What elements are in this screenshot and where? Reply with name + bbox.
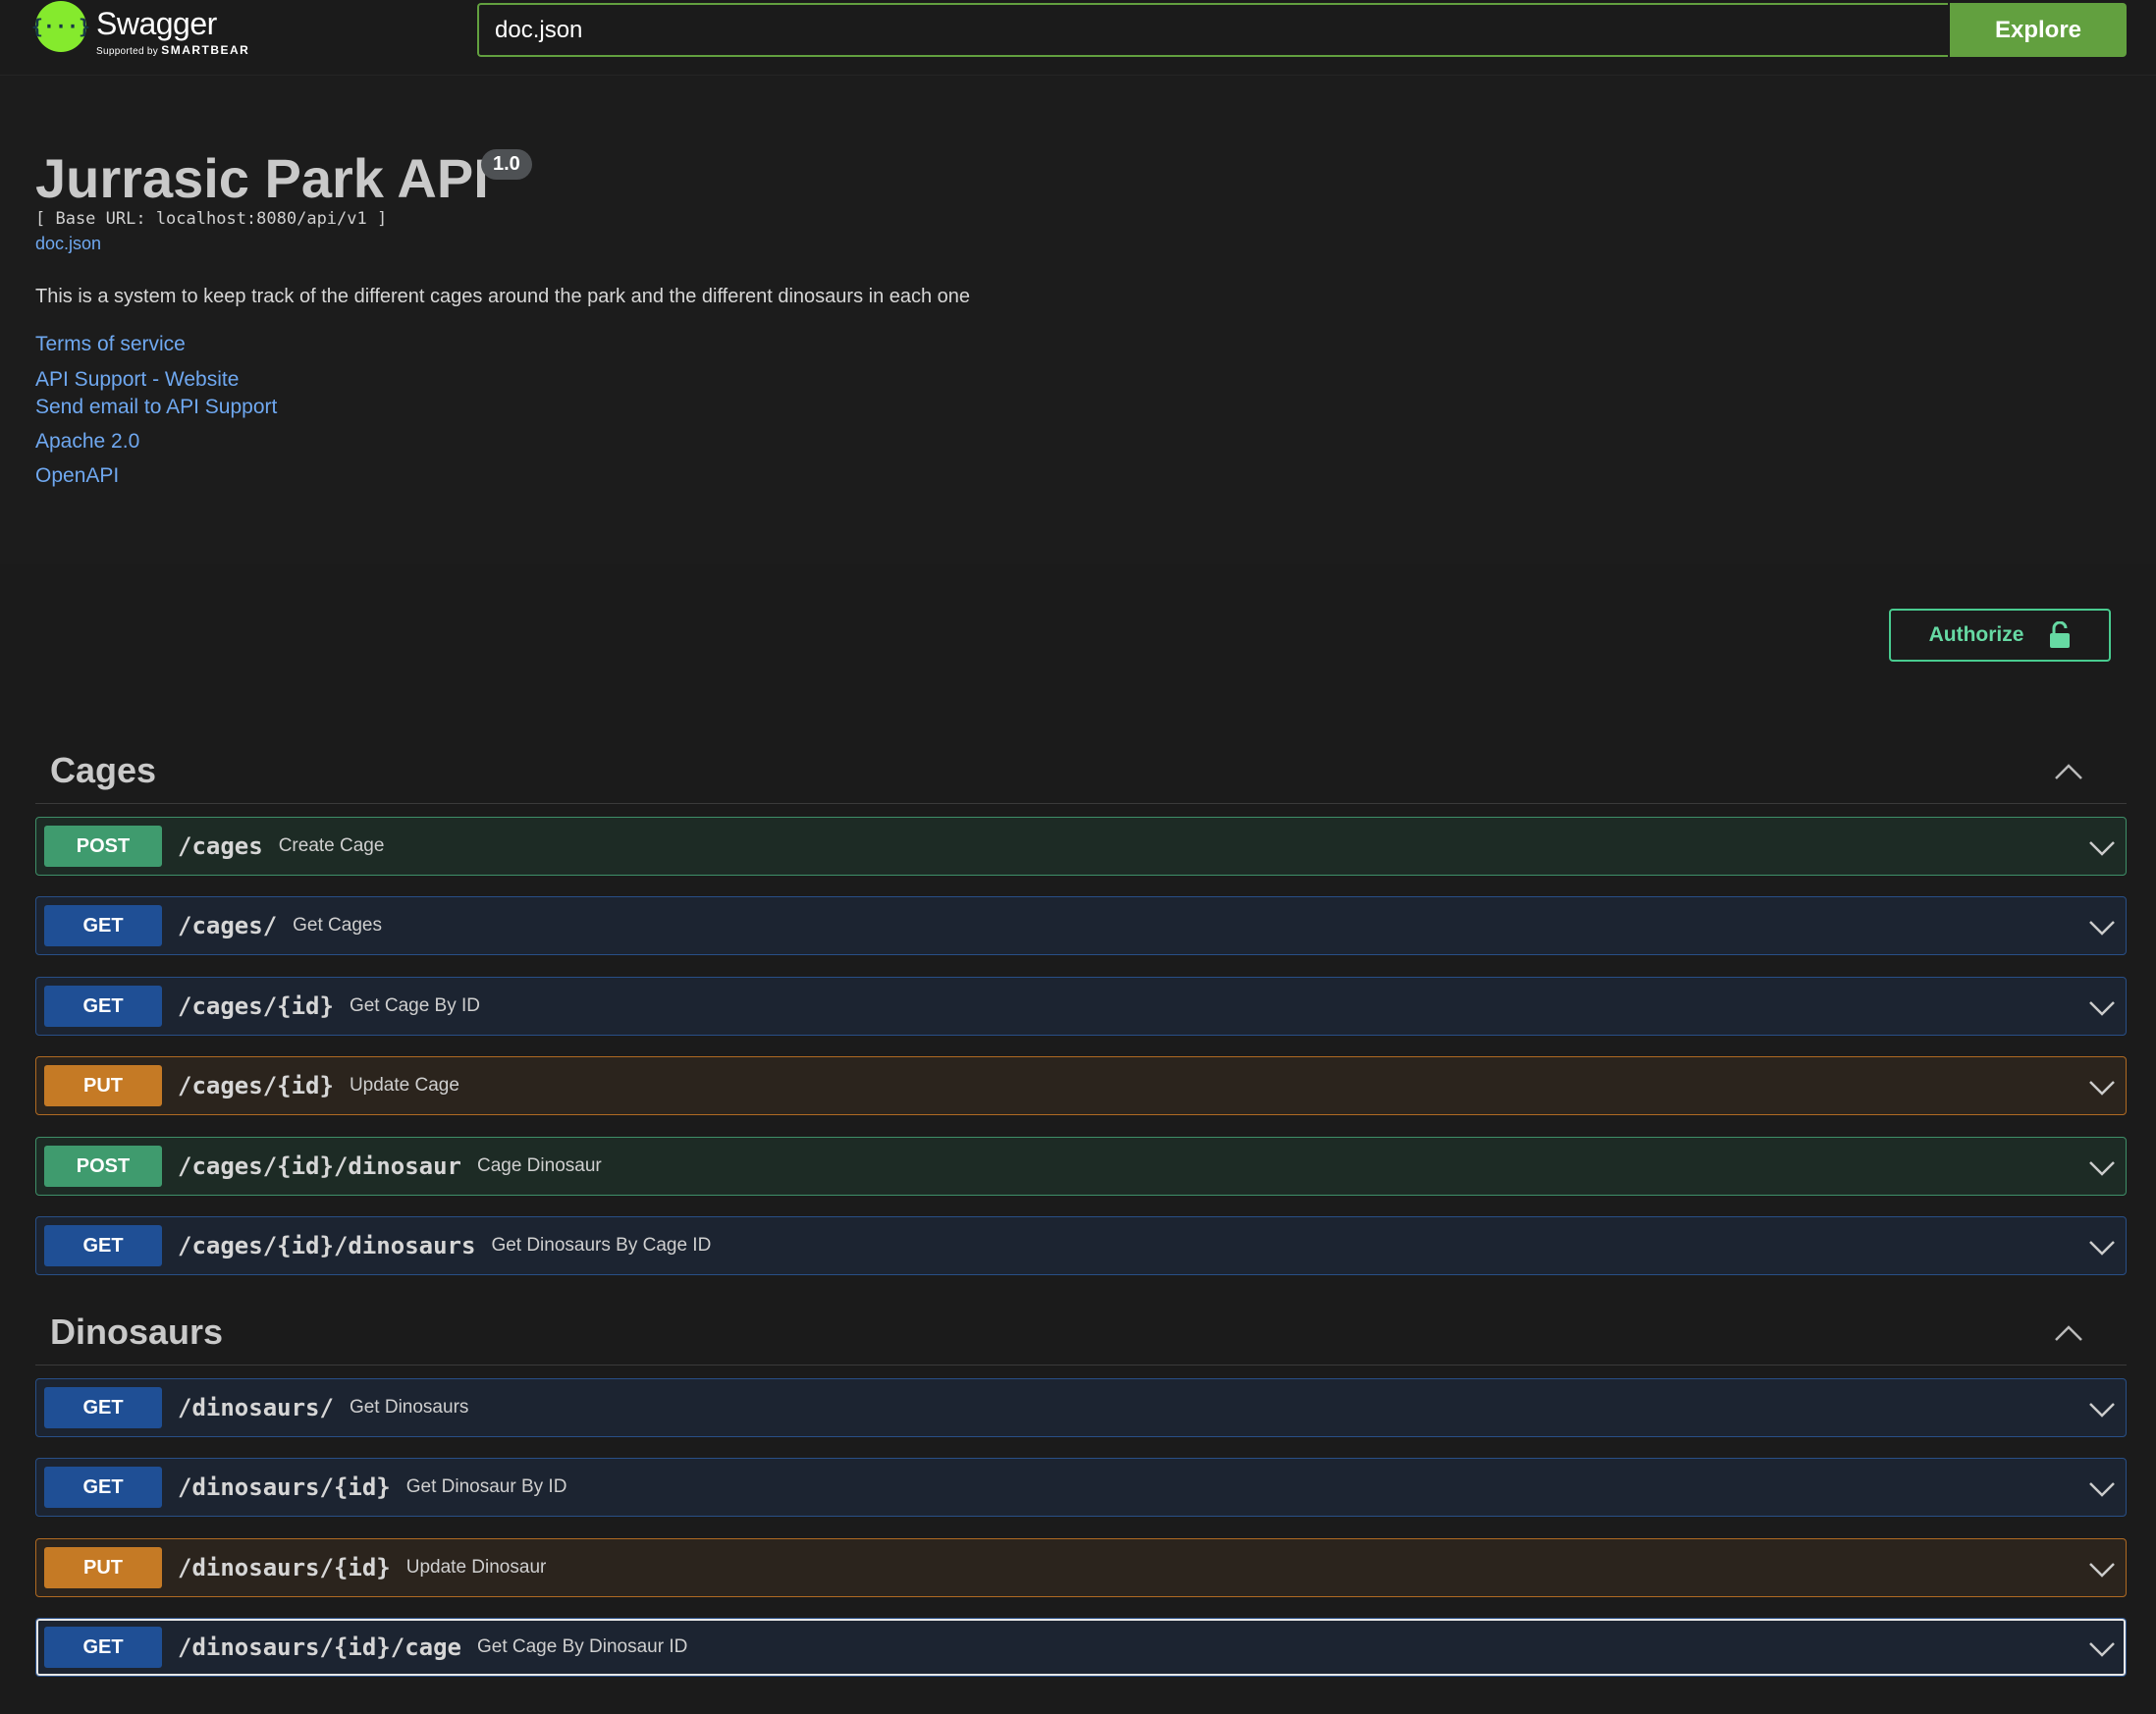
- operation-path: /cages/{id}: [178, 992, 334, 1020]
- section-title-dinosaurs: Dinosaurs: [50, 1312, 224, 1352]
- chevron-down-icon[interactable]: [2086, 1075, 2118, 1098]
- unlock-icon: [2050, 621, 2071, 648]
- terms-of-service-link[interactable]: Terms of service: [35, 333, 186, 356]
- chevron-down-icon[interactable]: [2086, 1557, 2118, 1580]
- method-badge: PUT: [44, 1547, 162, 1588]
- chevron-down-icon[interactable]: [2086, 915, 2118, 938]
- logo-subtitle: Supported by SMARTBEAR: [96, 43, 249, 57]
- method-badge: POST: [44, 1146, 162, 1187]
- operation-summary: Get Dinosaurs: [349, 1397, 469, 1418]
- operation-row[interactable]: GET /cages/{id}/dinosaurs Get Dinosaurs …: [35, 1216, 2127, 1275]
- operation-row[interactable]: GET /dinosaurs/{id} Get Dinosaur By ID: [35, 1458, 2127, 1517]
- support-email-link[interactable]: Send email to API Support: [35, 396, 277, 419]
- operation-path: /dinosaurs/{id}: [178, 1473, 391, 1501]
- operation-summary: Update Dinosaur: [405, 1557, 547, 1578]
- operation-row[interactable]: GET /cages/{id} Get Cage By ID: [35, 977, 2127, 1036]
- chevron-down-icon[interactable]: [2086, 1636, 2118, 1660]
- operation-row[interactable]: GET /dinosaurs/ Get Dinosaurs: [35, 1378, 2127, 1437]
- chevron-down-icon[interactable]: [2086, 1235, 2118, 1259]
- method-badge: GET: [44, 905, 162, 946]
- operation-path: /cages/{id}: [178, 1072, 334, 1099]
- operation-row[interactable]: PUT /dinosaurs/{id} Update Dinosaur: [35, 1538, 2127, 1597]
- version-badge: 1.0: [481, 149, 532, 180]
- operation-row[interactable]: GET /cages/ Get Cages: [35, 896, 2127, 955]
- logo-name: Swagger: [96, 6, 217, 41]
- operation-path: /dinosaurs/{id}/cage: [178, 1634, 461, 1661]
- chevron-down-icon[interactable]: [2086, 995, 2118, 1019]
- logo-sub-brand: SMARTBEAR: [161, 43, 250, 57]
- method-badge: GET: [44, 986, 162, 1027]
- operation-path: /cages/: [178, 912, 278, 939]
- operation-row[interactable]: PUT /cages/{id} Update Cage: [35, 1056, 2127, 1115]
- operation-path: /cages: [178, 832, 263, 860]
- method-badge: GET: [44, 1467, 162, 1508]
- operation-row[interactable]: GET /dinosaurs/{id}/cage Get Cage By Din…: [35, 1618, 2127, 1677]
- operation-path: /cages/{id}/dinosaurs: [178, 1232, 476, 1259]
- chevron-up-icon[interactable]: [2054, 1323, 2083, 1343]
- topbar: {···} Swagger Supported by SMARTBEAR Exp…: [0, 0, 2156, 76]
- chevron-down-icon[interactable]: [2086, 1155, 2118, 1179]
- logo-sub-prefix: Supported by: [96, 46, 159, 57]
- explore-button[interactable]: Explore: [1950, 3, 2127, 57]
- section-header-cages[interactable]: Cages: [35, 740, 2127, 804]
- operation-path: /dinosaurs/{id}: [178, 1554, 391, 1581]
- method-badge: PUT: [44, 1065, 162, 1106]
- base-url: [ Base URL: localhost:8080/api/v1 ]: [35, 209, 388, 229]
- chevron-down-icon[interactable]: [2086, 1397, 2118, 1420]
- support-website-link[interactable]: API Support - Website: [35, 368, 239, 392]
- authorize-button[interactable]: Authorize: [1889, 609, 2111, 662]
- operation-summary: Update Cage: [349, 1075, 459, 1096]
- chevron-down-icon[interactable]: [2086, 835, 2118, 859]
- operation-summary: Cage Dinosaur: [476, 1155, 602, 1176]
- method-badge: GET: [44, 1225, 162, 1266]
- operation-row[interactable]: POST /cages Create Cage: [35, 817, 2127, 876]
- operation-summary: Create Cage: [278, 835, 385, 856]
- operation-path: /dinosaurs/: [178, 1394, 334, 1421]
- section-title-cages: Cages: [50, 750, 157, 790]
- method-badge: POST: [44, 826, 162, 867]
- method-badge: GET: [44, 1387, 162, 1428]
- logo-text: Swagger Supported by SMARTBEAR: [96, 0, 249, 57]
- operation-summary: Get Cage By ID: [349, 995, 481, 1016]
- section-header-dinosaurs[interactable]: Dinosaurs: [35, 1302, 2127, 1366]
- operation-row[interactable]: POST /cages/{id}/dinosaur Cage Dinosaur: [35, 1137, 2127, 1196]
- api-title: Jurrasic Park API: [35, 147, 489, 209]
- swagger-logo[interactable]: {···} Swagger Supported by SMARTBEAR: [31, 0, 249, 61]
- chevron-down-icon[interactable]: [2086, 1476, 2118, 1500]
- api-description: This is a system to keep track of the di…: [35, 286, 971, 307]
- method-badge: GET: [44, 1627, 162, 1668]
- license-link[interactable]: Apache 2.0: [35, 430, 139, 454]
- openapi-link[interactable]: OpenAPI: [35, 464, 119, 488]
- info-section: Jurrasic Park API 1.0 [ Base URL: localh…: [0, 76, 2156, 564]
- operation-summary: Get Dinosaurs By Cage ID: [491, 1235, 712, 1256]
- spec-url-input[interactable]: [477, 3, 1948, 57]
- swagger-logo-icon: {···}: [31, 1, 90, 52]
- operation-path: /cages/{id}/dinosaur: [178, 1152, 461, 1180]
- chevron-up-icon[interactable]: [2054, 762, 2083, 781]
- authorize-label: Authorize: [1928, 623, 2024, 646]
- operation-summary: Get Dinosaur By ID: [405, 1476, 567, 1497]
- operation-summary: Get Cages: [293, 915, 382, 936]
- operation-summary: Get Cage By Dinosaur ID: [476, 1636, 688, 1657]
- doc-json-link[interactable]: doc.json: [35, 234, 101, 254]
